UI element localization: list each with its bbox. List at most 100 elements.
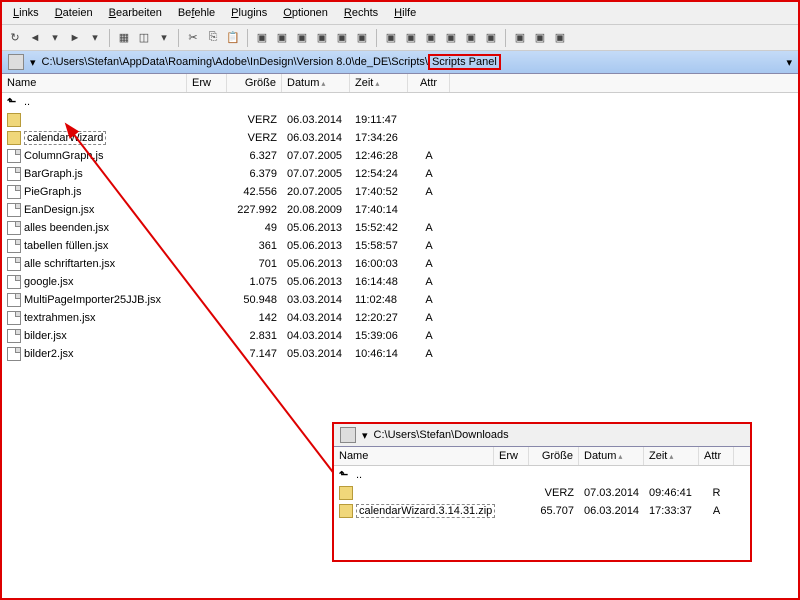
cell-size: 49 (227, 221, 282, 235)
file-icon (7, 203, 21, 217)
col-size[interactable]: Größe (227, 74, 282, 92)
table-row[interactable]: calendarWizardVERZ06.03.201417:34:26 (2, 129, 798, 147)
rows-container-secondary: ⬑..VERZ07.03.201409:46:41RcalendarWizard… (334, 466, 750, 520)
cell-erw (187, 353, 227, 355)
table-row[interactable]: VERZ07.03.201409:46:41R (334, 484, 750, 502)
col-date[interactable]: Datum▴ (282, 74, 350, 92)
file-name: ColumnGraph.js (24, 150, 103, 162)
cell-erw (187, 317, 227, 319)
table-row[interactable]: ⬑.. (2, 93, 798, 111)
menu-links[interactable]: Links (6, 4, 46, 22)
col-erw[interactable]: Erw (187, 74, 227, 92)
table-row[interactable]: calendarWizard.3.14.31.zip65.70706.03.20… (334, 502, 750, 520)
table-row[interactable]: ColumnGraph.js6.32707.07.200512:46:28A (2, 147, 798, 165)
menu-plugins[interactable]: Plugins (224, 4, 274, 22)
table-row[interactable]: alle schriftarten.jsx70105.06.201316:00:… (2, 255, 798, 273)
tool-icon[interactable]: ▣ (511, 29, 529, 47)
tool-icon[interactable]: ▣ (531, 29, 549, 47)
file-icon (7, 221, 21, 235)
cell-size: VERZ (227, 113, 282, 127)
cell-time: 10:46:14 (350, 347, 408, 361)
copy-icon[interactable]: ⎘ (204, 29, 222, 47)
cell-erw (187, 335, 227, 337)
tool-icon[interactable]: ▣ (313, 29, 331, 47)
table-row[interactable]: google.jsx1.07505.06.201316:14:48A (2, 273, 798, 291)
paste-icon[interactable]: 📋 (224, 29, 242, 47)
tool-icon[interactable]: ▣ (353, 29, 371, 47)
dropdown-icon[interactable]: ▾ (30, 56, 36, 69)
cell-date: 07.07.2005 (282, 167, 350, 181)
menu-optionen[interactable]: Optionen (276, 4, 335, 22)
refresh-icon[interactable]: ↻ (6, 29, 24, 47)
table-row[interactable]: bilder2.jsx7.14705.03.201410:46:14A (2, 345, 798, 363)
cell-time: 17:33:37 (644, 504, 699, 518)
col-name[interactable]: Name (2, 74, 187, 92)
cell-time: 16:00:03 (350, 257, 408, 271)
cell-time: 17:40:52 (350, 185, 408, 199)
main-file-list: Name Erw Größe Datum▴ Zeit▴ Attr ⬑..VERZ… (2, 74, 798, 363)
separator (109, 29, 110, 47)
col-attr[interactable]: Attr (408, 74, 450, 92)
cell-attr: A (408, 221, 450, 235)
tool-icon[interactable]: ▣ (402, 29, 420, 47)
col-time[interactable]: Zeit▴ (644, 447, 699, 465)
path-text[interactable]: C:\Users\Stefan\Downloads (374, 429, 744, 441)
dropdown-icon[interactable]: ▾ (46, 29, 64, 47)
dropdown-icon[interactable]: ▾ (786, 56, 792, 69)
view2-icon[interactable]: ◫ (135, 29, 153, 47)
tool-icon[interactable]: ▣ (422, 29, 440, 47)
tool-icon[interactable]: ▣ (253, 29, 271, 47)
dropdown2-icon[interactable]: ▾ (86, 29, 104, 47)
table-row[interactable]: ⬑.. (334, 466, 750, 484)
table-row[interactable]: textrahmen.jsx14204.03.201412:20:27A (2, 309, 798, 327)
back-icon[interactable]: ◄ (26, 29, 44, 47)
cell-attr (408, 119, 450, 121)
table-row[interactable]: bilder.jsx2.83104.03.201415:39:06A (2, 327, 798, 345)
col-time[interactable]: Zeit▴ (350, 74, 408, 92)
tool-icon[interactable]: ▣ (333, 29, 351, 47)
path-text[interactable]: C:\Users\Stefan\AppData\Roaming\Adobe\In… (42, 56, 781, 68)
tool-icon[interactable]: ▣ (482, 29, 500, 47)
table-row[interactable]: BarGraph.js6.37907.07.200512:54:24A (2, 165, 798, 183)
cell-size: 1.075 (227, 275, 282, 289)
col-attr[interactable]: Attr (699, 447, 734, 465)
drive-icon[interactable] (340, 427, 356, 443)
table-row[interactable]: tabellen füllen.jsx36105.06.201315:58:57… (2, 237, 798, 255)
dropdown-icon[interactable]: ▾ (362, 429, 368, 442)
drive-icon[interactable] (8, 54, 24, 70)
tool-icon[interactable]: ▣ (273, 29, 291, 47)
cell-erw (187, 299, 227, 301)
menu-dateien[interactable]: Dateien (48, 4, 100, 22)
view1-icon[interactable]: ▦ (115, 29, 133, 47)
cut-icon[interactable]: ✂ (184, 29, 202, 47)
menu-befehle[interactable]: Befehle (171, 4, 222, 22)
menu-bearbeiten[interactable]: Bearbeiten (102, 4, 169, 22)
col-size[interactable]: Größe (529, 447, 579, 465)
dropdown3-icon[interactable]: ▾ (155, 29, 173, 47)
cell-attr: A (408, 311, 450, 325)
cell-time: 12:20:27 (350, 311, 408, 325)
separator (178, 29, 179, 47)
cell-date: 07.03.2014 (579, 486, 644, 500)
cell-date: 05.03.2014 (282, 347, 350, 361)
table-row[interactable]: MultiPageImporter25JJB.jsx50.94803.03.20… (2, 291, 798, 309)
cell-size: 42.556 (227, 185, 282, 199)
table-row[interactable]: EanDesign.jsx227.99220.08.200917:40:14 (2, 201, 798, 219)
file-icon (7, 167, 21, 181)
menu-hilfe[interactable]: Hilfe (387, 4, 423, 22)
tool-icon[interactable]: ▣ (442, 29, 460, 47)
col-date[interactable]: Datum▴ (579, 447, 644, 465)
path-highlight: Scripts Panel (428, 54, 501, 70)
tool-icon[interactable]: ▣ (382, 29, 400, 47)
forward-icon[interactable]: ► (66, 29, 84, 47)
tool-icon[interactable]: ▣ (551, 29, 569, 47)
menu-rechts[interactable]: Rechts (337, 4, 385, 22)
tool-icon[interactable]: ▣ (293, 29, 311, 47)
col-name[interactable]: Name (334, 447, 494, 465)
table-row[interactable]: alles beenden.jsx4905.06.201315:52:42A (2, 219, 798, 237)
col-erw[interactable]: Erw (494, 447, 529, 465)
table-row[interactable]: VERZ06.03.201419:11:47 (2, 111, 798, 129)
table-row[interactable]: PieGraph.js42.55620.07.200517:40:52A (2, 183, 798, 201)
cell-erw (187, 137, 227, 139)
tool-icon[interactable]: ▣ (462, 29, 480, 47)
